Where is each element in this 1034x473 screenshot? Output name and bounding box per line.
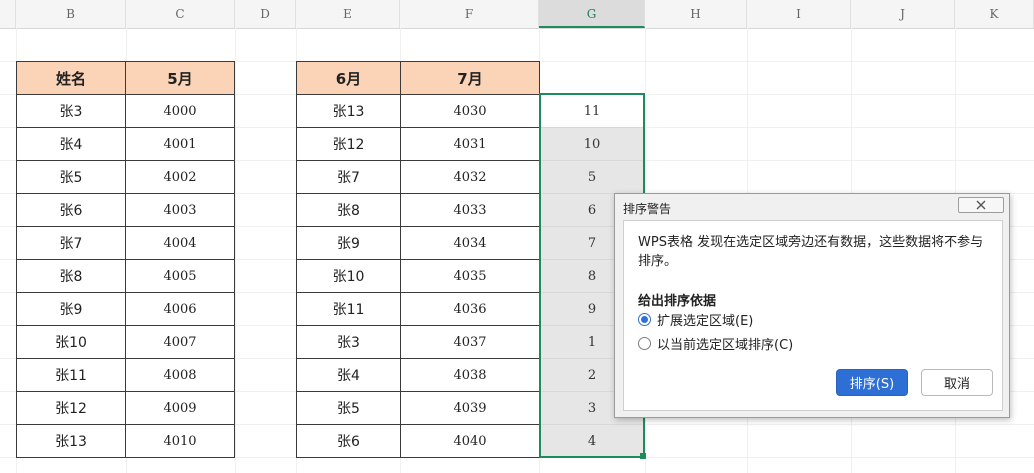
table2-june-cell[interactable]: 张10 xyxy=(296,259,401,293)
column-header-h[interactable]: H xyxy=(645,0,747,28)
cancel-button[interactable]: 取消 xyxy=(921,369,993,396)
column-header-b[interactable]: B xyxy=(16,0,126,28)
radio-checked-icon[interactable] xyxy=(638,312,651,326)
table1-name-cell[interactable]: 张7 xyxy=(16,226,126,260)
sort-warning-dialog: 排序警告 WPS表格 发现在选定区域旁边还有数据，这些数据将不参与排序。 给出排… xyxy=(614,193,1010,418)
table2-july-cell[interactable]: 4036 xyxy=(400,292,540,326)
option-current-selection[interactable]: 以当前选定区域排序(C) xyxy=(638,334,794,353)
table2-header-june[interactable]: 6月 xyxy=(296,61,401,95)
column-header-bar: B C D E F G H I J K xyxy=(0,0,1034,29)
column-g-cell[interactable]: 10 xyxy=(541,128,643,161)
sort-button[interactable]: 排序(S) xyxy=(836,369,908,396)
close-icon xyxy=(976,200,986,210)
option-label: 以当前选定区域排序(C) xyxy=(657,337,794,353)
table1-name-cell[interactable]: 张6 xyxy=(16,193,126,227)
table1-may-cell[interactable]: 4010 xyxy=(125,424,235,458)
table1-header-may[interactable]: 5月 xyxy=(125,61,235,95)
column-header-j[interactable]: J xyxy=(851,0,955,28)
column-header-f[interactable]: F xyxy=(400,0,539,28)
table2-july-cell[interactable]: 4037 xyxy=(400,325,540,359)
table2-july-cell[interactable]: 4034 xyxy=(400,226,540,260)
table1-name-cell[interactable]: 张10 xyxy=(16,325,126,359)
table2-july-cell[interactable]: 4040 xyxy=(400,424,540,458)
sort-basis-heading: 给出排序依据 xyxy=(638,294,717,309)
option-expand-selection[interactable]: 扩展选定区域(E) xyxy=(638,310,754,329)
table2-july-cell[interactable]: 4032 xyxy=(400,160,540,194)
column-header-c[interactable]: C xyxy=(126,0,235,28)
table2-june-cell[interactable]: 张5 xyxy=(296,391,401,425)
table1-name-cell[interactable]: 张4 xyxy=(16,127,126,161)
table1-name-cell[interactable]: 张3 xyxy=(16,94,126,128)
table1-may-cell[interactable]: 4009 xyxy=(125,391,235,425)
table1-name-cell[interactable]: 张11 xyxy=(16,358,126,392)
table1-name-cell[interactable]: 张13 xyxy=(16,424,126,458)
dialog-body: WPS表格 发现在选定区域旁边还有数据，这些数据将不参与排序。 给出排序依据 扩… xyxy=(623,220,1003,411)
column-g-cell[interactable]: 4 xyxy=(541,425,643,458)
column-header-i[interactable]: I xyxy=(747,0,851,28)
table2-june-cell[interactable]: 张13 xyxy=(296,94,401,128)
table2-june-cell[interactable]: 张4 xyxy=(296,358,401,392)
table2-july-cell[interactable]: 4033 xyxy=(400,193,540,227)
table2-july-cell[interactable]: 4038 xyxy=(400,358,540,392)
table1-may-cell[interactable]: 4005 xyxy=(125,259,235,293)
table2-june-cell[interactable]: 张9 xyxy=(296,226,401,260)
table1-name-cell[interactable]: 张12 xyxy=(16,391,126,425)
table2-june-cell[interactable]: 张6 xyxy=(296,424,401,458)
column-header-k[interactable]: K xyxy=(955,0,1034,28)
column-g-cell[interactable]: 5 xyxy=(541,161,643,194)
column-header-e[interactable]: E xyxy=(296,0,400,28)
active-cell[interactable]: 11 xyxy=(541,95,643,128)
table1-may-cell[interactable]: 4007 xyxy=(125,325,235,359)
table2-june-cell[interactable]: 张12 xyxy=(296,127,401,161)
table1-may-cell[interactable]: 4004 xyxy=(125,226,235,260)
table1-header-name[interactable]: 姓名 xyxy=(16,61,126,95)
table1-name-cell[interactable]: 张5 xyxy=(16,160,126,194)
table2-june-cell[interactable]: 张7 xyxy=(296,160,401,194)
corner-cell[interactable] xyxy=(0,0,16,28)
table2-header-july[interactable]: 7月 xyxy=(400,61,540,95)
table2-july-cell[interactable]: 4030 xyxy=(400,94,540,128)
column-header-d[interactable]: D xyxy=(235,0,296,28)
table2-july-cell[interactable]: 4039 xyxy=(400,391,540,425)
dialog-title: 排序警告 xyxy=(623,202,672,216)
option-label: 扩展选定区域(E) xyxy=(657,313,754,329)
table2-june-cell[interactable]: 张11 xyxy=(296,292,401,326)
table2-july-cell[interactable]: 4031 xyxy=(400,127,540,161)
radio-unchecked-icon[interactable] xyxy=(638,336,651,350)
table2-july-cell[interactable]: 4035 xyxy=(400,259,540,293)
table1-may-cell[interactable]: 4002 xyxy=(125,160,235,194)
fill-handle[interactable] xyxy=(640,453,646,459)
table1-name-cell[interactable]: 张9 xyxy=(16,292,126,326)
column-header-g[interactable]: G xyxy=(539,0,645,28)
table1-may-cell[interactable]: 4001 xyxy=(125,127,235,161)
table1-may-cell[interactable]: 4003 xyxy=(125,193,235,227)
table1-may-cell[interactable]: 4008 xyxy=(125,358,235,392)
table2-june-cell[interactable]: 张8 xyxy=(296,193,401,227)
table1-name-cell[interactable]: 张8 xyxy=(16,259,126,293)
close-button[interactable] xyxy=(958,197,1004,213)
dialog-message: WPS表格 发现在选定区域旁边还有数据，这些数据将不参与排序。 xyxy=(638,235,984,269)
table2-june-cell[interactable]: 张3 xyxy=(296,325,401,359)
table1-may-cell[interactable]: 4006 xyxy=(125,292,235,326)
table1-may-cell[interactable]: 4000 xyxy=(125,94,235,128)
